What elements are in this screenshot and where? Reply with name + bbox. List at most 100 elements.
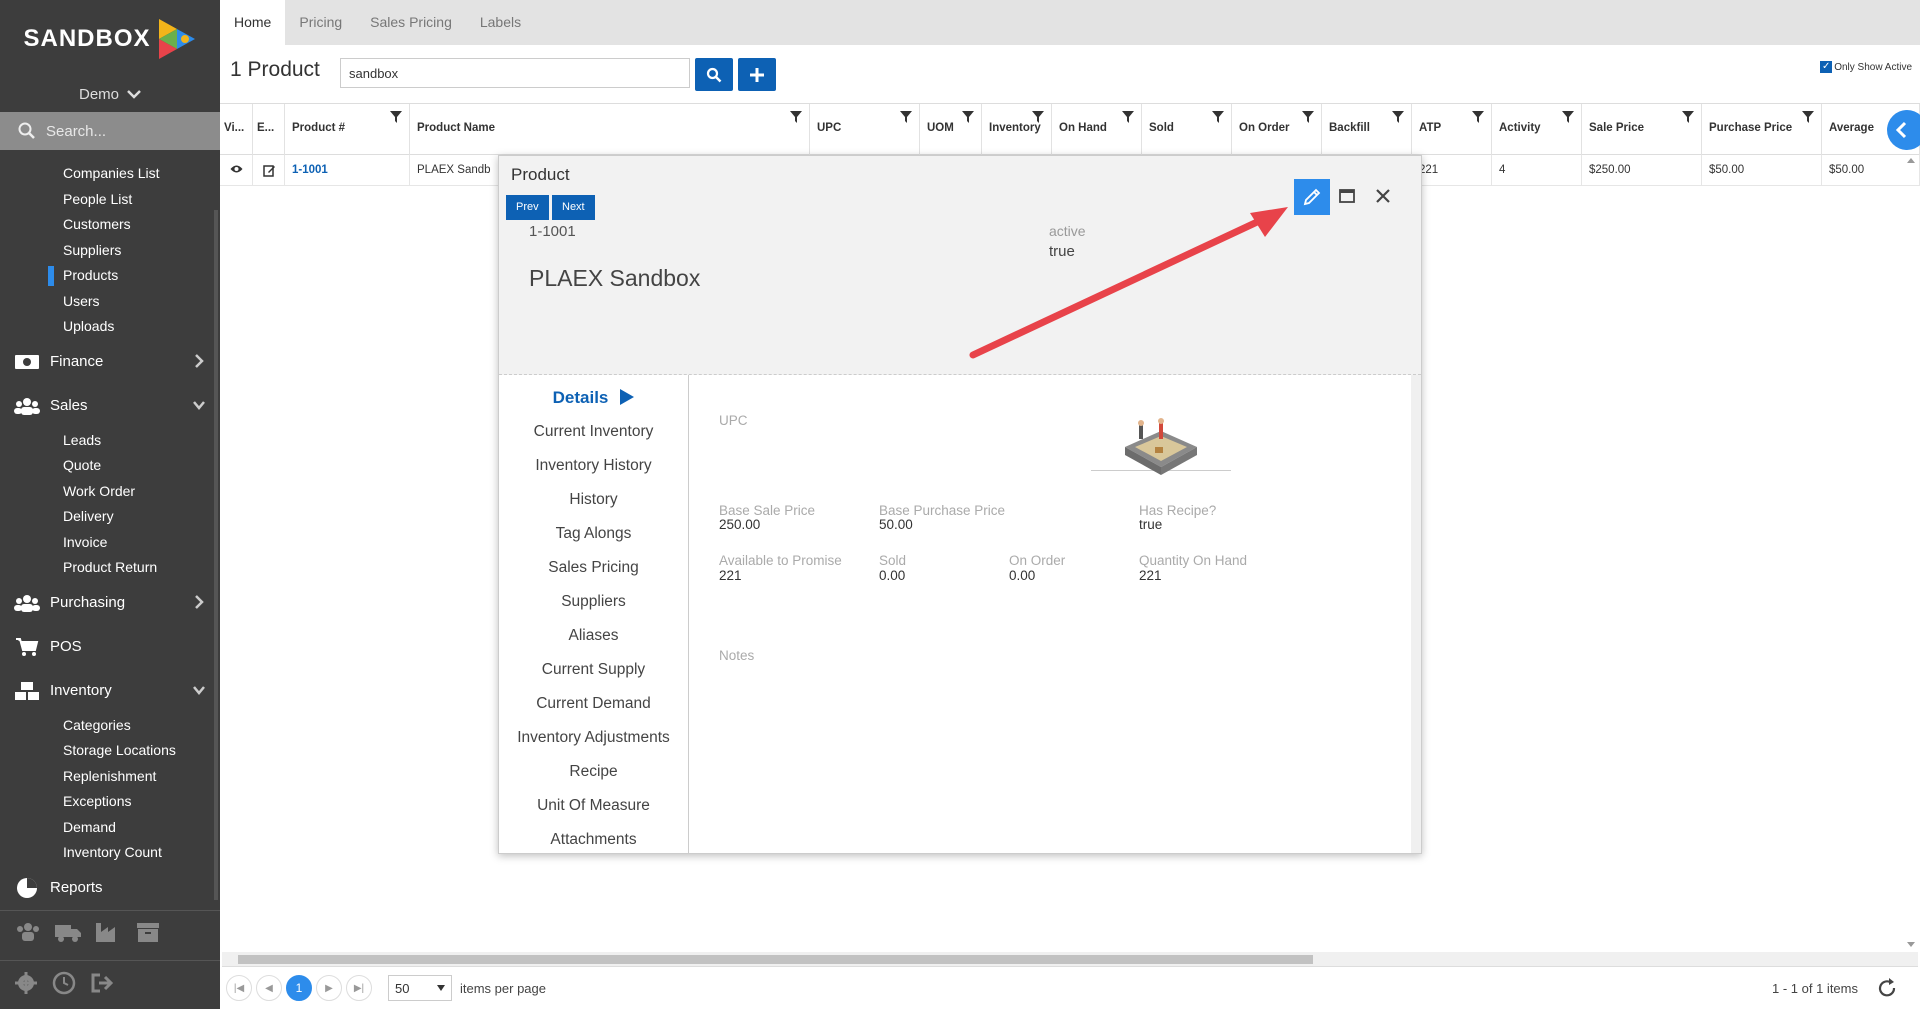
tab-labels[interactable]: Labels	[466, 0, 535, 45]
product-image[interactable]	[1091, 413, 1231, 475]
sidebar-item-delivery[interactable]: Delivery	[0, 504, 220, 530]
clock-icon[interactable]	[52, 971, 76, 995]
sidebar-item-products[interactable]: Products	[0, 263, 220, 289]
sidebar-item-finance[interactable]: Finance	[0, 340, 220, 384]
filter-icon[interactable]	[1682, 111, 1694, 123]
col-sold[interactable]: Sold	[1142, 104, 1232, 156]
refresh-icon[interactable]	[1876, 977, 1898, 999]
tab-home[interactable]: Home	[220, 0, 286, 45]
sidebar-item-purchasing[interactable]: Purchasing	[0, 581, 220, 625]
sidebar-item-inventory-count[interactable]: Inventory Count	[0, 840, 220, 866]
items-per-page-select[interactable]: 50	[388, 975, 452, 1001]
next-page-icon[interactable]: ▶	[316, 975, 342, 1001]
menu-tag-alongs[interactable]: Tag Alongs	[499, 517, 688, 551]
truck-icon[interactable]	[54, 921, 82, 943]
sidebar-item-pos[interactable]: POS	[0, 625, 220, 669]
logo[interactable]: SANDBOX	[0, 0, 220, 78]
filter-icon[interactable]	[1032, 111, 1044, 123]
col-on-hand[interactable]: On Hand	[1052, 104, 1142, 156]
prev-page-icon[interactable]: ◀	[256, 975, 282, 1001]
sidebar-item-product-return[interactable]: Product Return	[0, 555, 220, 581]
menu-inventory-history[interactable]: Inventory History	[499, 449, 688, 483]
sidebar-item-demand[interactable]: Demand	[0, 815, 220, 841]
menu-unit-of-measure[interactable]: Unit Of Measure	[499, 789, 688, 823]
add-product-button[interactable]	[738, 58, 776, 91]
filter-icon[interactable]	[1562, 111, 1574, 123]
maximize-icon[interactable]	[1339, 188, 1355, 204]
sidebar-item-inventory[interactable]: Inventory	[0, 669, 220, 713]
first-page-icon[interactable]: |◀	[226, 975, 252, 1001]
modal-scrollbar[interactable]	[1411, 375, 1421, 853]
next-button[interactable]: Next	[552, 195, 595, 220]
archive-icon[interactable]	[134, 921, 162, 943]
users-shortcut-icon[interactable]	[14, 921, 42, 943]
factory-icon[interactable]	[94, 921, 122, 943]
menu-attachments[interactable]: Attachments	[499, 823, 688, 857]
sidebar-item-exceptions[interactable]: Exceptions	[0, 789, 220, 815]
sidebar-search[interactable]: Search...	[0, 112, 220, 150]
sidebar-item-quote[interactable]: Quote	[0, 453, 220, 479]
col-sale-price[interactable]: Sale Price	[1582, 104, 1702, 156]
col-product-name[interactable]: Product Name	[410, 104, 810, 156]
tab-pricing[interactable]: Pricing	[285, 0, 356, 45]
product-search-input[interactable]	[340, 58, 690, 88]
user-menu[interactable]: Demo	[0, 78, 220, 110]
grid-vertical-scrollbar[interactable]	[1904, 155, 1918, 950]
sidebar-item-storage-locations[interactable]: Storage Locations	[0, 738, 220, 764]
sidebar-item-categories[interactable]: Categories	[0, 713, 220, 739]
sidebar-item-sales[interactable]: Sales	[0, 384, 220, 428]
col-on-order[interactable]: On Order	[1232, 104, 1322, 156]
sidebar-item-work-order[interactable]: Work Order	[0, 479, 220, 505]
filter-icon[interactable]	[1802, 111, 1814, 123]
col-upc[interactable]: UPC	[810, 104, 920, 156]
sidebar-item-replenishment[interactable]: Replenishment	[0, 764, 220, 790]
col-uom[interactable]: UOM	[920, 104, 982, 156]
col-product-num[interactable]: Product #	[285, 104, 410, 156]
grid-horizontal-scrollbar[interactable]	[222, 952, 1918, 966]
sidebar-scrollbar[interactable]	[214, 210, 218, 900]
menu-recipe[interactable]: Recipe	[499, 755, 688, 789]
filter-icon[interactable]	[1472, 111, 1484, 123]
cell-product-num[interactable]: 1-1001	[285, 155, 410, 186]
sidebar-item-uploads[interactable]: Uploads	[0, 314, 220, 340]
menu-details[interactable]: Details	[499, 381, 688, 415]
menu-history[interactable]: History	[499, 483, 688, 517]
menu-current-inventory[interactable]: Current Inventory	[499, 415, 688, 449]
col-atp[interactable]: ATP	[1412, 104, 1492, 156]
filter-icon[interactable]	[1392, 111, 1404, 123]
filter-icon[interactable]	[1302, 111, 1314, 123]
checkbox-checked-icon[interactable]: ✓	[1820, 61, 1833, 73]
filter-icon[interactable]	[1212, 111, 1224, 123]
menu-current-demand[interactable]: Current Demand	[499, 687, 688, 721]
filter-icon[interactable]	[962, 111, 974, 123]
logout-icon[interactable]	[90, 971, 116, 995]
filter-icon[interactable]	[900, 111, 912, 123]
prev-button[interactable]: Prev	[506, 195, 549, 220]
view-cell[interactable]	[220, 155, 253, 186]
last-page-icon[interactable]: ▶|	[346, 975, 372, 1001]
sidebar-item-reports[interactable]: Reports	[0, 866, 220, 910]
sidebar-item-suppliers[interactable]: Suppliers	[0, 238, 220, 264]
menu-sales-pricing[interactable]: Sales Pricing	[499, 551, 688, 585]
menu-inventory-adjustments[interactable]: Inventory Adjustments	[499, 721, 688, 755]
sidebar-item-users[interactable]: Users	[0, 289, 220, 315]
edit-cell[interactable]	[253, 155, 285, 186]
menu-aliases[interactable]: Aliases	[499, 619, 688, 653]
sidebar-item-people-list[interactable]: People List	[0, 187, 220, 213]
panel-collapse-button[interactable]	[1887, 110, 1920, 150]
page-number[interactable]: 1	[286, 975, 312, 1001]
scrollbar-thumb[interactable]	[238, 955, 1313, 964]
col-inventory[interactable]: Inventory	[982, 104, 1052, 156]
filter-icon[interactable]	[390, 111, 402, 123]
eye-icon[interactable]	[230, 164, 243, 174]
menu-suppliers[interactable]: Suppliers	[499, 585, 688, 619]
sidebar-item-invoice[interactable]: Invoice	[0, 530, 220, 556]
tab-sales-pricing[interactable]: Sales Pricing	[356, 0, 466, 45]
edit-icon[interactable]	[263, 164, 276, 177]
only-show-active-toggle[interactable]: ✓ Only Show Active	[1820, 61, 1912, 73]
filter-icon[interactable]	[790, 111, 802, 123]
gear-icon[interactable]	[14, 971, 38, 995]
sidebar-item-leads[interactable]: Leads	[0, 428, 220, 454]
search-button[interactable]	[695, 58, 733, 91]
close-icon[interactable]	[1375, 188, 1391, 204]
